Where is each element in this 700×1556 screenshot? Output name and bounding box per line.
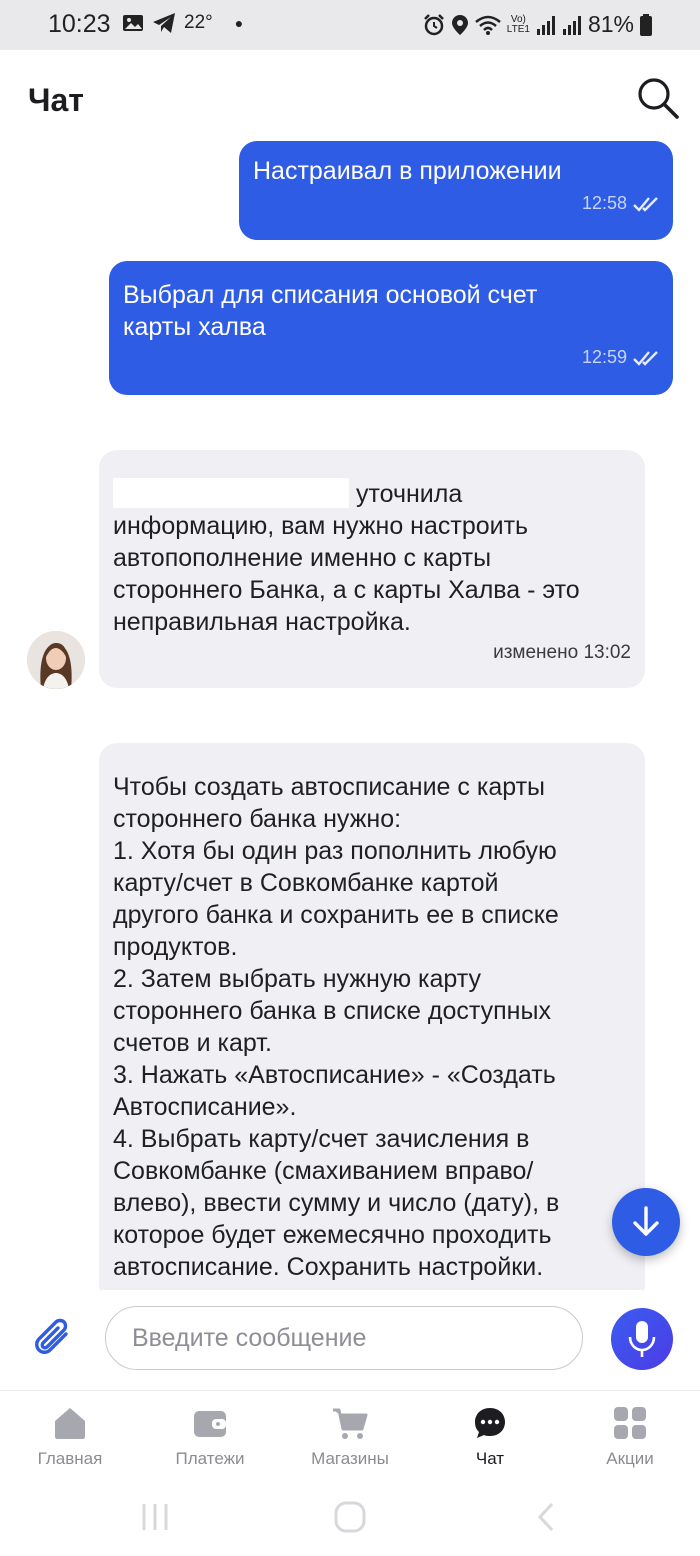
operator-avatar-icon [27, 631, 85, 689]
avatar[interactable] [27, 631, 85, 689]
telegram-icon [153, 13, 175, 33]
alarm-icon [423, 13, 444, 35]
message-text: Выбрал для списания основой счет карты х… [123, 281, 538, 341]
outgoing-message[interactable]: Настраивал в приложении 12:58 [239, 141, 673, 240]
paperclip-icon[interactable] [30, 1316, 78, 1364]
system-navigation-bar [0, 1486, 700, 1556]
message-time: 12:59 [581, 347, 627, 367]
gallery-icon [123, 15, 143, 31]
incoming-message[interactable]: Чтобы создать автосписание с карты сторо… [99, 743, 645, 1303]
page-title: Чат [28, 82, 84, 118]
wallet-icon [194, 1411, 226, 1437]
location-icon [451, 14, 468, 35]
search-icon[interactable] [636, 76, 680, 120]
nav-label: Чат [475, 1449, 505, 1468]
cart-icon [333, 1408, 368, 1439]
nav-item-payments[interactable]: Платежи [140, 1391, 280, 1487]
double-check-icon [633, 196, 658, 212]
home-button-icon[interactable] [333, 1500, 367, 1534]
nav-item-promotions[interactable]: Акции [560, 1391, 700, 1487]
outgoing-message[interactable]: Выбрал для списания основой счет карты х… [109, 261, 673, 395]
nav-label: Платежи [175, 1449, 245, 1468]
volte-label: Vo) LTE1 [506, 13, 530, 35]
home-icon [55, 1408, 85, 1439]
grid-icon [614, 1407, 646, 1439]
scroll-down-button[interactable] [612, 1188, 680, 1256]
message-time: 12:58 [581, 193, 627, 213]
arrow-down-icon [633, 1206, 659, 1236]
mic-button[interactable] [611, 1308, 673, 1370]
back-icon[interactable] [530, 1500, 564, 1534]
microphone-icon [628, 1321, 656, 1357]
status-time: 10:23 [48, 10, 111, 38]
nav-label: Акции [606, 1449, 654, 1468]
nav-label: Главная [37, 1449, 103, 1468]
status-bar: 10:23 22° ● Vo) LTE1 81% [0, 0, 700, 50]
message-input[interactable] [105, 1306, 583, 1370]
nav-item-chat[interactable]: Чат [420, 1391, 560, 1487]
battery-percent: 81% [587, 11, 634, 37]
message-text: Настраивал в приложении [253, 157, 562, 185]
dot-icon: ● [234, 15, 244, 31]
message-text: Чтобы создать автосписание с карты сторо… [113, 773, 560, 1281]
edited-timestamp: изменено 13:02 [493, 642, 631, 663]
incoming-message[interactable]: уточнила информацию, вам нужно настроить… [99, 450, 645, 688]
chat-header: Чат [0, 50, 700, 146]
bottom-navigation: Главная Платежи Магазины Чат Акции [0, 1390, 700, 1486]
double-check-icon [633, 350, 658, 366]
signal-icon [536, 15, 555, 35]
signal-icon-2 [562, 15, 581, 35]
wifi-icon [474, 15, 501, 35]
chat-icon [475, 1408, 505, 1438]
recent-apps-icon[interactable] [138, 1500, 172, 1534]
status-temperature: 22° [184, 12, 213, 33]
battery-icon [640, 13, 652, 36]
redacted-name [113, 478, 349, 508]
nav-item-shops[interactable]: Магазины [280, 1391, 420, 1487]
message-text: уточнила информацию, вам нужно настроить… [113, 478, 580, 636]
nav-item-home[interactable]: Главная [0, 1391, 140, 1487]
nav-label: Магазины [311, 1449, 389, 1468]
